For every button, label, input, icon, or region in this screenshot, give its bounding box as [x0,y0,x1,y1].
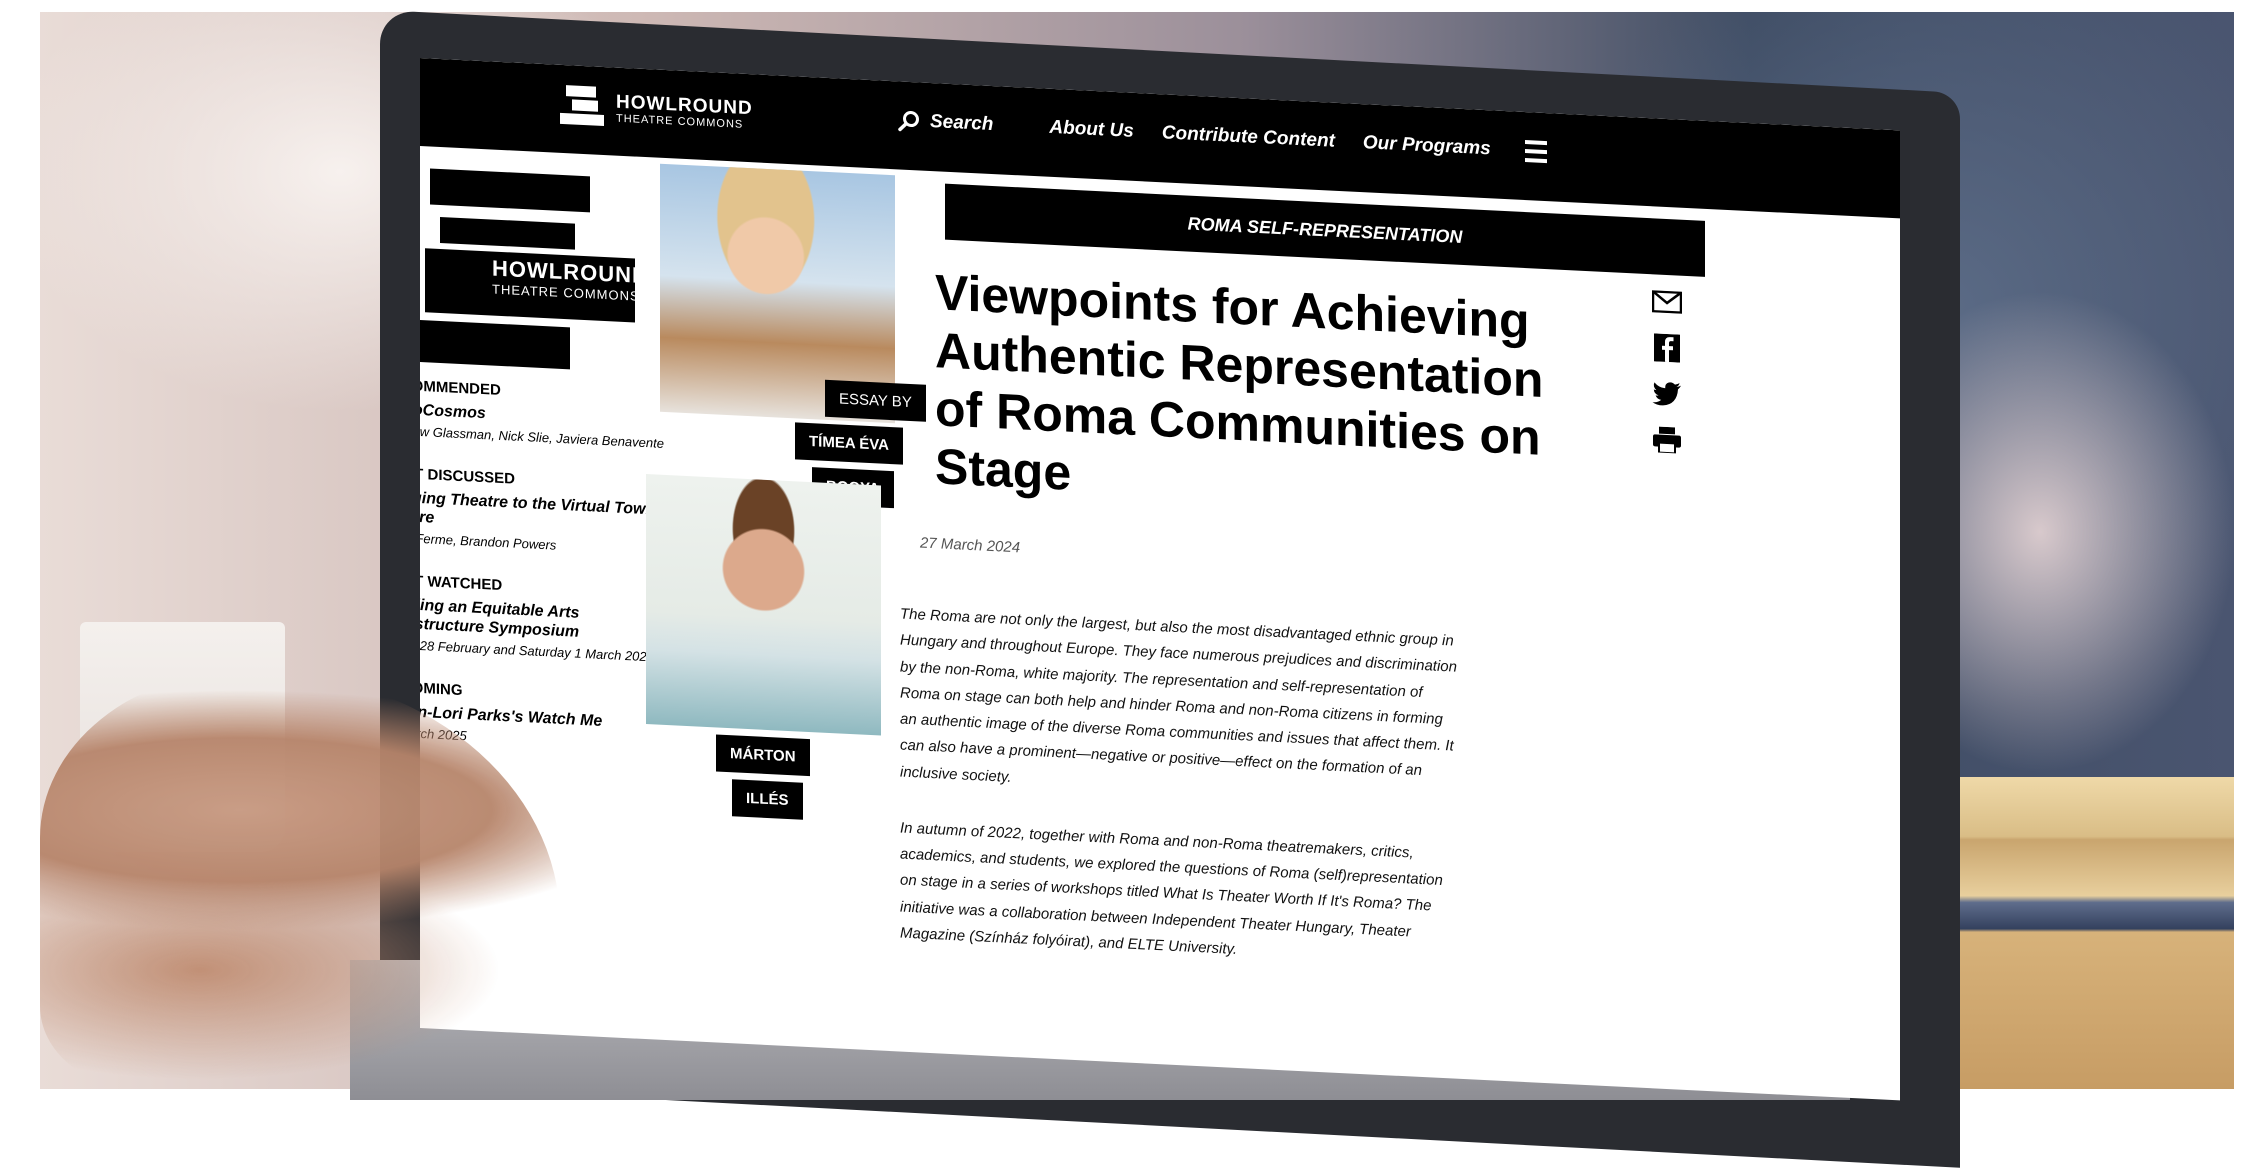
search-label: Search [930,110,994,136]
sidebar-most-watched: MOST WATCHED Building an Equitable Arts … [420,571,680,667]
sidebar-recommended: RECOMMENDED MicroCosmos Matthew Glassman… [420,376,680,452]
menu-icon[interactable] [1524,140,1547,164]
article-headline: Viewpoints for Achieving Authentic Repre… [935,264,1544,501]
sidebar-link[interactable]: Bringing Theatre to the Virtual Town Squ… [420,487,680,540]
author-name-tag[interactable]: TÍMEA ÉVA [795,422,904,465]
article-paragraph: In autumn of 2022, together with Roma an… [900,819,1443,958]
laptop-screen: HOWLROUND THEATRE COMMONS Search About U… [420,58,1900,1101]
site-logo[interactable]: HOWLROUND THEATRE COMMONS [560,83,753,138]
twitter-icon[interactable] [1652,378,1682,409]
print-icon[interactable] [1652,424,1682,455]
search-button[interactable]: Search [898,109,993,136]
email-icon[interactable] [1652,286,1682,317]
essay-by-tag: ESSAY BY [825,379,926,422]
article-date: 27 March 2024 [920,534,1021,557]
author-photo-marton[interactable] [646,474,881,736]
author-name-tag[interactable]: ILLÉS [732,779,803,820]
search-icon [898,111,919,132]
facebook-icon[interactable] [1652,332,1682,363]
article-paragraph: The Roma are not only the largest, but a… [900,605,1457,786]
nav-about-us[interactable]: About Us [1049,117,1133,143]
sidebar-logo[interactable]: HOWLROUND THEATRE COMMONS [420,167,649,379]
nav-our-programs[interactable]: Our Programs [1363,132,1491,160]
article-body: The Roma are not only the largest, but a… [900,601,1460,1003]
sidebar: RECOMMENDED MicroCosmos Matthew Glassman… [420,376,680,780]
nav-contribute-content[interactable]: Contribute Content [1162,122,1335,152]
share-bar [1652,286,1682,455]
sidebar-most-discussed: MOST DISCUSSED Bringing Theatre to the V… [420,464,680,560]
logo-mark-icon [560,83,606,131]
sidebar-link[interactable]: Building an Equitable Arts Infrastructur… [420,594,680,647]
author-name-tag[interactable]: MÁRTON [716,734,810,777]
